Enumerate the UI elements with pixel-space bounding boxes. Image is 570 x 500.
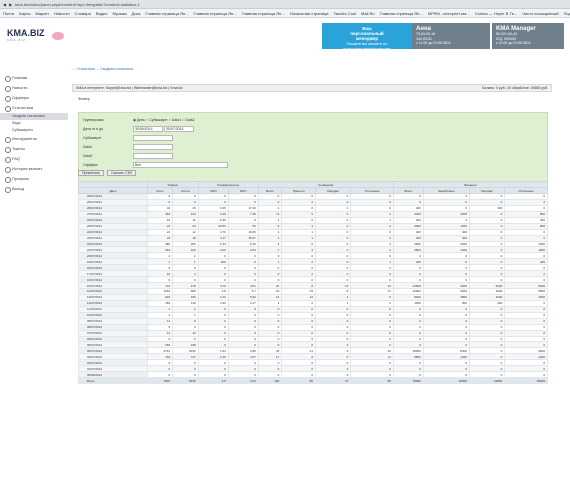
total-cell: 7632: [146, 377, 174, 384]
sidebar-item-tools[interactable]: Инструменты: [0, 134, 68, 144]
forward-icon[interactable]: ▶: [9, 2, 12, 7]
bookmark-item[interactable]: MFRM - интернет-ма...: [428, 11, 470, 16]
total-cell: 10800: [468, 377, 506, 384]
radio-data2[interactable]: ○ Data2: [182, 118, 194, 122]
filter-panel: Группировка ◉ День ○ Субаккаунт ○ Data1 …: [78, 112, 548, 186]
sidebar-item-payouts[interactable]: История выплат: [0, 164, 68, 174]
piggy-logo-icon: [52, 32, 64, 40]
total-cell: Всего: [78, 377, 148, 384]
sidebar-item-profile[interactable]: Профиль: [0, 174, 68, 184]
total-cell: 25600: [504, 377, 548, 384]
bookmark-item[interactable]: Статьи — Heyer В Те...: [475, 11, 518, 16]
bookmark-item[interactable]: Mail.Ru: [361, 11, 375, 16]
total-cell: 2.5: [197, 377, 229, 384]
bookmark-item[interactable]: Словари: [75, 11, 91, 16]
breadcrumb[interactable]: → Статистика → Сводная статистика: [72, 67, 133, 71]
bookmark-item[interactable]: Подбор слов: [564, 11, 570, 16]
export-csv-button[interactable]: Скачать CSV: [107, 170, 137, 176]
data2-label: Data2: [83, 154, 93, 158]
sidebar-item-logout[interactable]: Выход: [0, 184, 68, 194]
data1-select[interactable]: [133, 144, 173, 150]
bookmark-item[interactable]: Главная страница Ян...: [242, 11, 285, 16]
total-cell: 5246: [172, 377, 199, 384]
info-links[interactable]: KMA в интернете: Skype@kma.biz | Webmast…: [76, 86, 183, 90]
total-cell: 4.04: [227, 377, 259, 384]
offers-select[interactable]: Все: [133, 162, 228, 168]
sidebar-item-offers[interactable]: Офферы: [0, 93, 68, 103]
data2-select[interactable]: [133, 153, 173, 159]
sidebar-sub-subaccounts[interactable]: Субаккаунты: [0, 127, 68, 134]
radio-data1[interactable]: ○ Data1: [169, 118, 181, 122]
bookmark-item[interactable]: Yandex Cool: [333, 11, 356, 16]
bookmark-item[interactable]: Новости: [54, 11, 69, 16]
sidebar-item-faq[interactable]: FAQ: [0, 154, 68, 164]
bookmarks-bar: Почта Карты Маркет Новости Словари Видео Музык…: [0, 9, 570, 18]
offers-label: Офферы: [83, 163, 98, 167]
subaccount-label: Субаккаунт: [83, 136, 102, 140]
balance-text: Баланс: 0 руб. | В обработке: 15650 руб.: [482, 86, 548, 90]
manager-card-1: Анна 79-63-50-16 443-93-81 с 12:00 до 21:00…: [412, 23, 490, 49]
bookmark-item[interactable]: Карты: [19, 11, 30, 16]
bookmark-item[interactable]: Главная страница Ян...: [380, 11, 423, 16]
bookmark-item[interactable]: Почта: [3, 11, 14, 16]
total-row: Всего 7632 5246 2.5 4.04 196 80 27 89 78000 30000 1…: [78, 377, 548, 384]
radio-subaccount[interactable]: ○ Субаккаунт: [146, 118, 168, 122]
date-from-input[interactable]: 30/06/2014: [133, 126, 163, 132]
radio-day[interactable]: ◉ День: [133, 118, 145, 122]
sidebar-sub-summary[interactable]: Сводная статистика: [0, 113, 68, 120]
bookmark-item[interactable]: Главная страница Ян...: [145, 11, 188, 16]
logo[interactable]: KMA.BIZ KMA.BIZ: [7, 28, 45, 42]
total-cell: 78000: [392, 377, 424, 384]
total-cell: 80: [281, 377, 317, 384]
filter-heading: Фильтр: [78, 97, 90, 101]
subaccount-select[interactable]: [133, 135, 173, 141]
bookmark-item[interactable]: Диск: [132, 11, 141, 16]
info-bar: KMA в интернете: Skype@kma.biz | Webmast…: [72, 84, 552, 92]
date-to-input[interactable]: 30/07/2014: [163, 126, 194, 132]
sidebar-item-statistics[interactable]: Статистика: [0, 103, 68, 113]
total-cell: 27: [315, 377, 352, 384]
group-label: Группировка: [83, 118, 104, 122]
back-icon[interactable]: ◀: [3, 2, 6, 7]
total-cell: 30000: [422, 377, 470, 384]
manager-promo: Ваш персональный менеджер Пишите вы можете…: [322, 23, 412, 51]
total-cell: 196: [257, 377, 283, 384]
browser-toolbar: ◀ ▶ kma.biz/index/panel.php#/content/?ap…: [0, 0, 570, 9]
total-cell: 89: [350, 377, 394, 384]
date-label: Дата от и до: [83, 127, 104, 131]
apply-button[interactable]: Применить: [78, 170, 105, 176]
bookmark-item[interactable]: Маркет: [36, 11, 50, 16]
bookmark-item[interactable]: Главная страница Ян...: [193, 11, 236, 16]
data1-label: Data1: [83, 145, 93, 149]
bookmark-item[interactable]: Видео: [96, 11, 108, 16]
bookmark-item[interactable]: Начальная страница: [290, 11, 329, 16]
stats-table: Трафик Коэффициенты Конверсии Финансы Да…: [78, 181, 549, 384]
sidebar-item-news[interactable]: Новости: [0, 83, 68, 93]
sidebar-sub-leads[interactable]: Лиды: [0, 120, 68, 127]
bookmark-item[interactable]: Чисто посыщенный: [522, 11, 558, 16]
manager-card-2: KMA Manager 56-321-60-43 ICQ: 000000 с 10:0…: [492, 23, 564, 49]
sidebar: Главная Новости Офферы Статистика Сводна…: [0, 73, 68, 194]
bookmark-item[interactable]: Музыка: [113, 11, 127, 16]
sidebar-item-tickets[interactable]: Тикеты: [0, 144, 68, 154]
sidebar-item-home[interactable]: Главная: [0, 73, 68, 83]
address-bar[interactable]: kma.biz/index/panel.php#/content/?api=/t…: [15, 2, 140, 7]
site: KMA.BIZ KMA.BIZ Ваш персональный менеджер П…: [0, 18, 570, 500]
